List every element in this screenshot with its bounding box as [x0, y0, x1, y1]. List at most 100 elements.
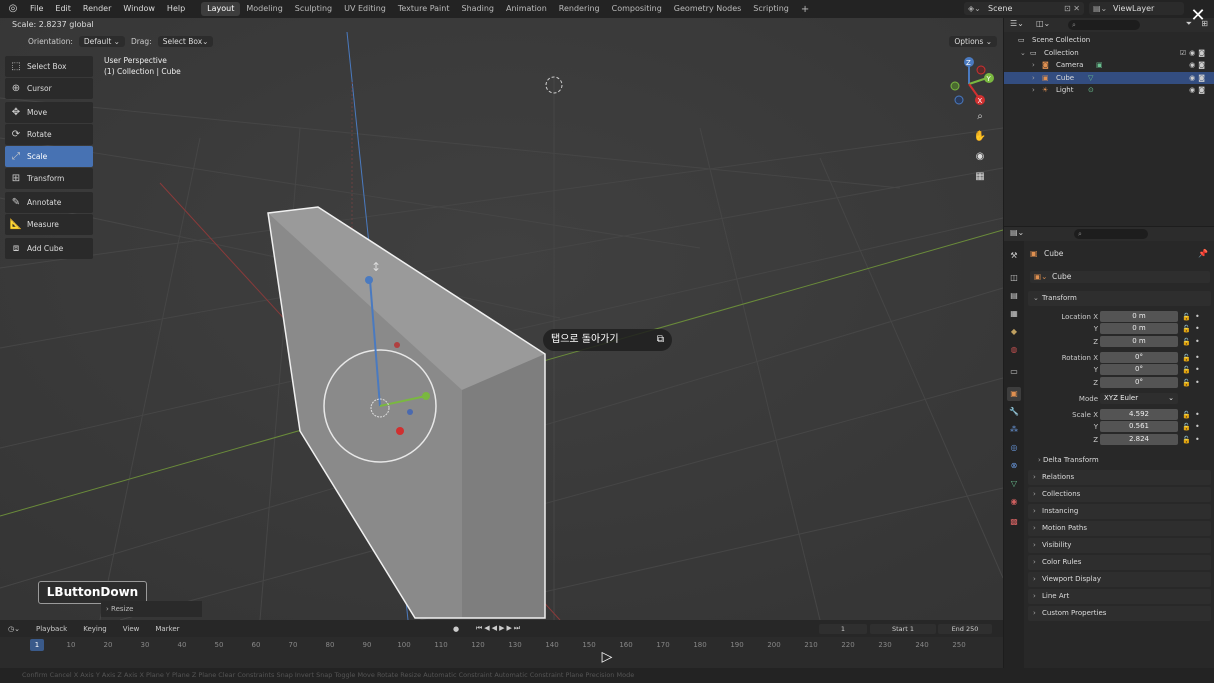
gizmo-y-handle-tip[interactable]	[422, 392, 430, 400]
options-dropdown[interactable]: Options ⌄	[949, 36, 997, 47]
outliner-row-light[interactable]: › ☀ Light ⊙ ◉◙	[1004, 84, 1214, 97]
tab-geometry-nodes[interactable]: Geometry Nodes	[668, 2, 747, 16]
3d-viewport[interactable]: ↕ Scale: 2.8237 global Orientation: Defa…	[0, 18, 1003, 620]
scene-actions-icon[interactable]: ⊡ ✕	[1064, 2, 1080, 15]
tool-measure[interactable]: 📐 Measure	[5, 214, 93, 235]
tab-layout[interactable]: Layout	[201, 2, 241, 16]
tab-compositing[interactable]: Compositing	[606, 2, 668, 16]
timeline-menu-playback[interactable]: Playback	[28, 625, 75, 633]
outliner-row-camera[interactable]: › ◙ Camera ▣ ◉◙	[1004, 59, 1214, 72]
tab-texture-paint[interactable]: Texture Paint	[392, 2, 456, 16]
chevron-right-icon[interactable]: ›	[1032, 72, 1035, 85]
menu-render[interactable]: Render	[77, 0, 117, 18]
properties-search[interactable]: ⌕	[1074, 229, 1148, 239]
keyframe-dot-icon[interactable]: •	[1195, 336, 1200, 348]
playhead[interactable]: 1	[30, 639, 44, 651]
tab-modeling[interactable]: Modeling	[240, 2, 288, 16]
gizmo-x-handle[interactable]	[396, 427, 404, 435]
texture-tab-icon[interactable]: ▩	[1007, 515, 1021, 529]
timeline-menu-marker[interactable]: Marker	[147, 625, 187, 633]
lock-icon[interactable]: 🔓	[1182, 364, 1191, 376]
keyframe-dot-icon[interactable]: •	[1195, 377, 1200, 389]
blender-logo-icon[interactable]: ◎	[6, 2, 20, 16]
keyframe-dot-icon[interactable]: •	[1195, 311, 1200, 323]
collections-panel-header[interactable]: Collections	[1028, 487, 1211, 502]
gizmo-z-plane-handle[interactable]	[407, 409, 413, 415]
scene-selector[interactable]: ◈⌄ Scene ⊡ ✕	[964, 2, 1084, 15]
outliner-row-cube[interactable]: › ▣ Cube ▽ ◉◙	[1004, 71, 1214, 85]
timeline-editor-icon[interactable]: ◷⌄	[0, 625, 28, 633]
rotation-x-field[interactable]: 0°	[1100, 352, 1178, 363]
transform-panel-header[interactable]: Transform	[1028, 291, 1211, 306]
viewport-display-panel-header[interactable]: Viewport Display	[1028, 572, 1211, 587]
keyframe-dot-icon[interactable]: •	[1195, 421, 1200, 433]
timeline[interactable]: 1 10 20 30 40 50 60 70 80 90 100 110 120 130 140 150 16…	[0, 637, 1003, 668]
material-tab-icon[interactable]: ◉	[1007, 495, 1021, 509]
outliner-row-collection[interactable]: ⌄ ▭ Collection ☑◉◙	[1004, 47, 1214, 60]
lock-icon[interactable]: 🔓	[1182, 336, 1191, 348]
return-to-tab-overlay[interactable]: 탭으로 돌아가기 ⧉	[543, 329, 672, 351]
tool-scale[interactable]: ⤢ Scale	[5, 146, 93, 167]
line-art-panel-header[interactable]: Line Art	[1028, 589, 1211, 604]
start-frame-field[interactable]: Start 1	[870, 624, 936, 634]
tool-cursor[interactable]: ⊕ Cursor	[5, 78, 93, 99]
chevron-right-icon[interactable]: ›	[1032, 84, 1035, 97]
visibility-icons[interactable]: ☑◉◙	[1180, 47, 1208, 60]
motion-paths-panel-header[interactable]: Motion Paths	[1028, 521, 1211, 536]
close-icon[interactable]: ✕	[1188, 6, 1208, 26]
chevron-down-icon[interactable]: ⌄	[1020, 47, 1026, 60]
pin-icon[interactable]: 📌	[1198, 249, 1208, 258]
properties-editor-icon[interactable]: ▤⌄	[1010, 228, 1024, 237]
scale-y-field[interactable]: 0.561	[1100, 421, 1178, 432]
scale-x-field[interactable]: 4.592	[1100, 409, 1178, 420]
pan-hand-icon[interactable]: ✋	[971, 128, 989, 146]
particles-tab-icon[interactable]: ⁂	[1007, 423, 1021, 437]
tool-add-cube[interactable]: ⧈ Add Cube	[5, 238, 93, 259]
outliner-search[interactable]: ⌕	[1068, 20, 1140, 30]
timeline-menu-keying[interactable]: Keying	[75, 625, 115, 633]
display-mode-icon[interactable]: ◫⌄	[1036, 19, 1050, 28]
visibility-panel-header[interactable]: Visibility	[1028, 538, 1211, 553]
tool-tab-icon[interactable]: ⚒	[1007, 249, 1021, 263]
lock-icon[interactable]: 🔓	[1182, 377, 1191, 389]
object-name-field[interactable]: ▣⌄ Cube	[1030, 271, 1210, 283]
camera-view-icon[interactable]: ◉	[971, 148, 989, 166]
outliner-editor-icon[interactable]: ☰⌄	[1010, 19, 1024, 28]
tab-sculpting[interactable]: Sculpting	[289, 2, 338, 16]
tool-move[interactable]: ✥ Move	[5, 102, 93, 123]
scale-z-field[interactable]: 2.824	[1100, 434, 1178, 445]
visibility-icons[interactable]: ◉◙	[1189, 59, 1208, 72]
tab-rendering[interactable]: Rendering	[553, 2, 606, 16]
playback-controls[interactable]: ⏮◀◀▶▶⏭	[468, 624, 530, 633]
world-tab-icon[interactable]: ◍	[1007, 343, 1021, 357]
view-layer-selector[interactable]: ▤⌄ ViewLayer	[1089, 2, 1184, 15]
rotation-z-field[interactable]: 0°	[1100, 377, 1178, 388]
lock-icon[interactable]: 🔓	[1182, 434, 1191, 446]
instancing-panel-header[interactable]: Instancing	[1028, 504, 1211, 519]
lock-icon[interactable]: 🔓	[1182, 421, 1191, 433]
tool-annotate[interactable]: ✎ Annotate	[5, 192, 93, 213]
gizmo-z-handle-tip[interactable]	[365, 276, 373, 284]
keyframe-dot-icon[interactable]: •	[1195, 364, 1200, 376]
gizmo-x-plane-handle[interactable]	[394, 342, 400, 348]
tab-animation[interactable]: Animation	[500, 2, 553, 16]
color-rules-panel-header[interactable]: Color Rules	[1028, 555, 1211, 570]
lock-icon[interactable]: 🔓	[1182, 409, 1191, 421]
constraints-tab-icon[interactable]: ⊗	[1007, 459, 1021, 473]
drag-dropdown[interactable]: Select Box⌄	[157, 36, 214, 47]
tab-scripting[interactable]: Scripting	[747, 2, 795, 16]
menu-window[interactable]: Window	[117, 0, 161, 18]
location-z-field[interactable]: 0 m	[1100, 336, 1178, 347]
lock-icon[interactable]: 🔓	[1182, 352, 1191, 364]
menu-file[interactable]: File	[24, 0, 49, 18]
location-y-field[interactable]: 0 m	[1100, 323, 1178, 334]
object-tab-icon[interactable]: ▣	[1007, 387, 1021, 401]
zoom-icon[interactable]: ⌕	[971, 108, 989, 126]
current-frame-field[interactable]: 1	[819, 624, 867, 634]
tool-rotate[interactable]: ⟳ Rotate	[5, 124, 93, 145]
menu-edit[interactable]: Edit	[49, 0, 77, 18]
render-tab-icon[interactable]: ◫	[1007, 271, 1021, 285]
end-frame-field[interactable]: End 250	[938, 624, 992, 634]
custom-properties-panel-header[interactable]: Custom Properties	[1028, 606, 1211, 621]
location-x-field[interactable]: 0 m	[1100, 311, 1178, 322]
